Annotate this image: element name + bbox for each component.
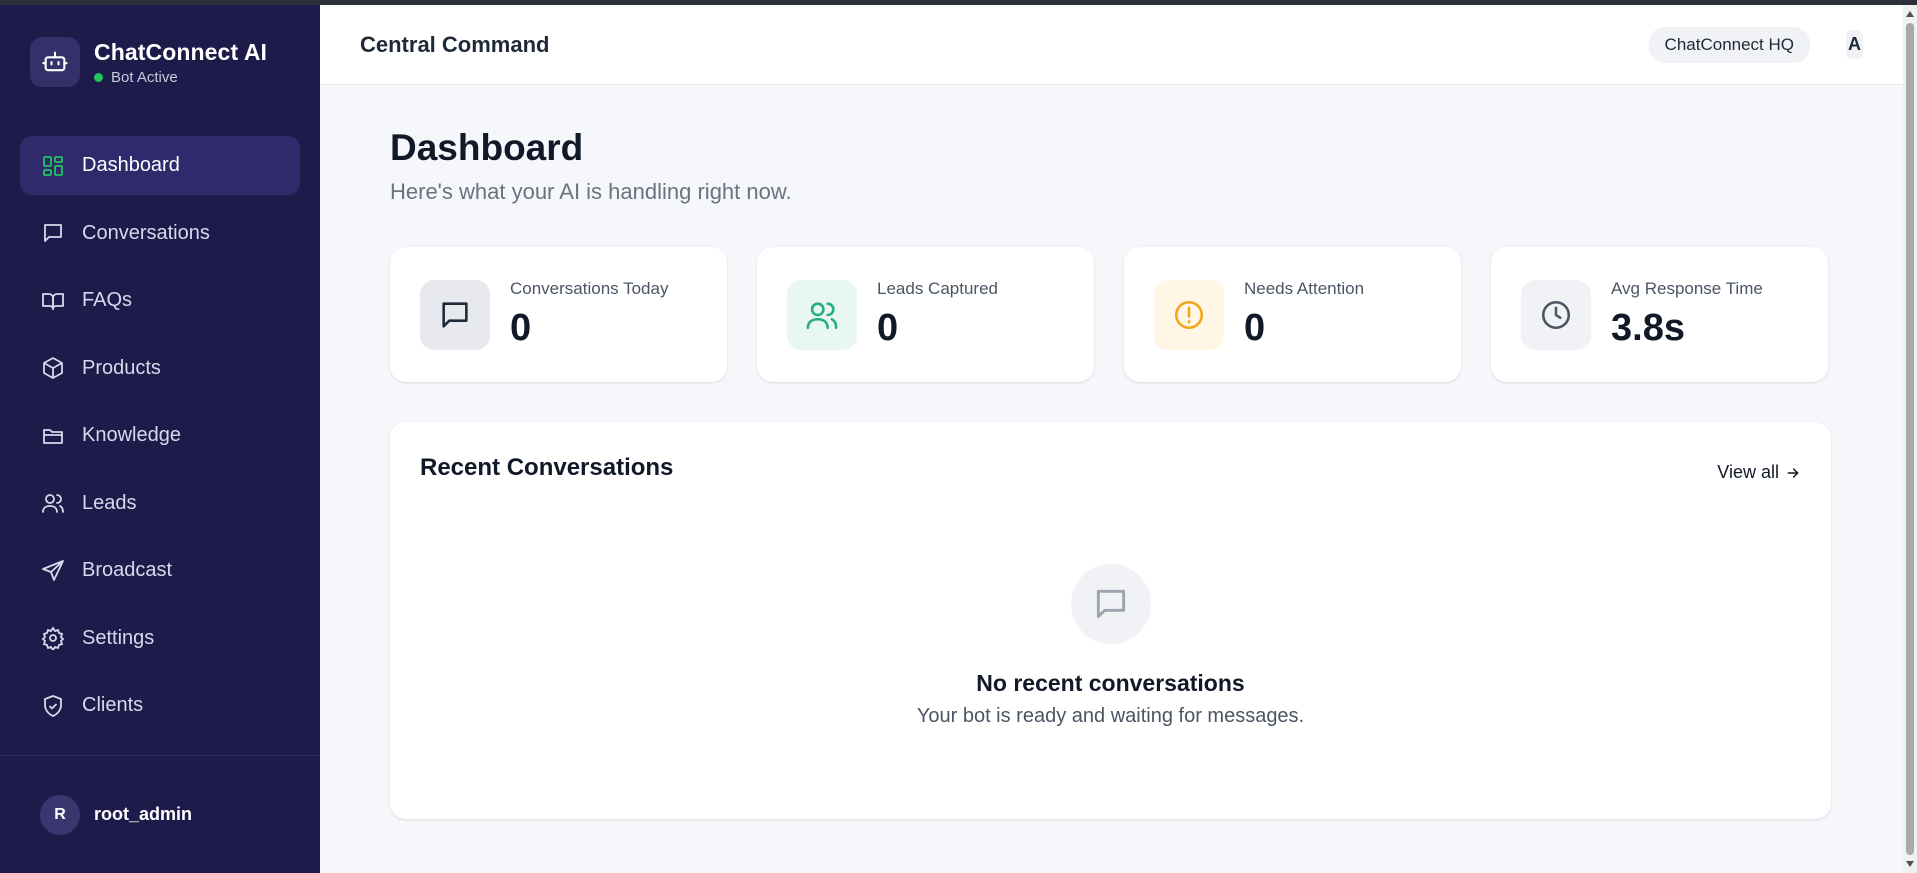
sidebar-item-label: Clients [82,694,144,716]
sidebar-item-label: Broadcast [82,559,173,581]
sidebar-item-knowledge[interactable]: Knowledge [20,406,300,465]
page-scrollbar[interactable] [1903,5,1917,873]
sidebar-item-clients[interactable]: Clients [20,676,300,735]
top-header: Central Command ChatConnect HQ A [320,5,1903,85]
sidebar-item-settings[interactable]: Settings [20,609,300,668]
scrollbar-thumb[interactable] [1906,23,1914,855]
user-avatar[interactable]: A [1846,30,1863,59]
dashboard-icon [40,153,66,179]
shield-icon [40,693,66,719]
dashboard-content: Dashboard Here's what your AI is handlin… [320,85,1903,819]
stat-value: 0 [510,307,532,349]
view-all-label: View all [1717,462,1779,482]
arrow-right-icon [1785,465,1801,481]
users-icon [40,490,66,516]
section-title: Recent Conversations [420,454,674,481]
avatar: R [40,794,80,835]
sidebar-item-broadcast[interactable]: Broadcast [20,541,300,600]
app-root: ChatConnect AI Bot Active Dashboard Conv… [0,5,1903,873]
sidebar-item-leads[interactable]: Leads [20,474,300,533]
bot-icon [30,37,80,87]
bot-status: Bot Active [94,69,267,86]
send-icon [40,558,66,584]
page-subtitle: Here's what your AI is handling right no… [390,179,792,204]
stat-value: 0 [1244,307,1266,349]
sidebar-item-label: Conversations [82,221,210,244]
empty-state: No recent conversations Your bot is read… [390,564,1831,728]
book-icon [40,288,66,314]
username: root_admin [94,804,193,824]
gear-icon [40,625,66,651]
stat-label: Conversations Today [510,279,669,298]
box-icon [40,355,66,381]
stat-value: 3.8s [1611,307,1685,349]
sidebar-item-products[interactable]: Products [20,339,300,398]
bot-status-label: Bot Active [111,68,178,86]
sidebar-user[interactable]: R root_admin [0,755,320,873]
recent-conversations-panel: Recent Conversations View all No recent … [390,422,1831,819]
chat-icon [1070,564,1151,644]
brand: ChatConnect AI Bot Active [0,5,320,89]
stat-label: Avg Response Time [1611,279,1763,298]
sidebar-item-label: Settings [82,626,155,649]
sidebar-item-label: Knowledge [82,424,181,446]
brand-name: ChatConnect AI [94,38,268,65]
folder-icon [40,423,66,449]
scroll-up-icon[interactable] [1905,8,1915,20]
chat-icon [420,279,490,350]
stat-card-conversations: Conversations Today 0 [390,247,727,382]
alert-icon [1154,279,1224,350]
status-dot-icon [94,72,103,82]
sidebar-item-label: Products [82,356,161,379]
stat-card-leads: Leads Captured 0 [757,247,1094,382]
sidebar-item-dashboard[interactable]: Dashboard [20,136,300,195]
empty-state-title: No recent conversations [976,670,1245,696]
empty-state-subtitle: Your bot is ready and waiting for messag… [916,705,1305,727]
page-title: Dashboard [390,127,584,168]
sidebar-item-faqs[interactable]: FAQs [20,271,300,330]
stat-label: Needs Attention [1244,279,1365,298]
sidebar-nav: Dashboard Conversations FAQs Products Kn… [0,136,320,744]
stat-card-response-time: Avg Response Time 3.8s [1491,247,1828,382]
sidebar-item-label: Leads [82,491,137,514]
sidebar: ChatConnect AI Bot Active Dashboard Conv… [0,5,320,873]
stat-label: Leads Captured [877,279,998,298]
workspace-badge[interactable]: ChatConnect HQ [1648,26,1810,63]
scroll-down-icon[interactable] [1905,858,1915,870]
view-all-link[interactable]: View all [1717,462,1801,483]
clock-icon [1521,279,1591,350]
sidebar-item-conversations[interactable]: Conversations [20,204,300,263]
header-title: Central Command [360,31,550,57]
stats-row: Conversations Today 0 Leads Captured 0 N… [390,247,1833,382]
stat-value: 0 [877,307,899,349]
users-icon [787,279,857,350]
sidebar-item-label: FAQs [82,289,133,311]
chat-icon [40,220,66,246]
sidebar-item-label: Dashboard [82,154,180,176]
main-content: Central Command ChatConnect HQ A Dashboa… [320,5,1903,873]
stat-card-attention: Needs Attention 0 [1124,247,1461,382]
